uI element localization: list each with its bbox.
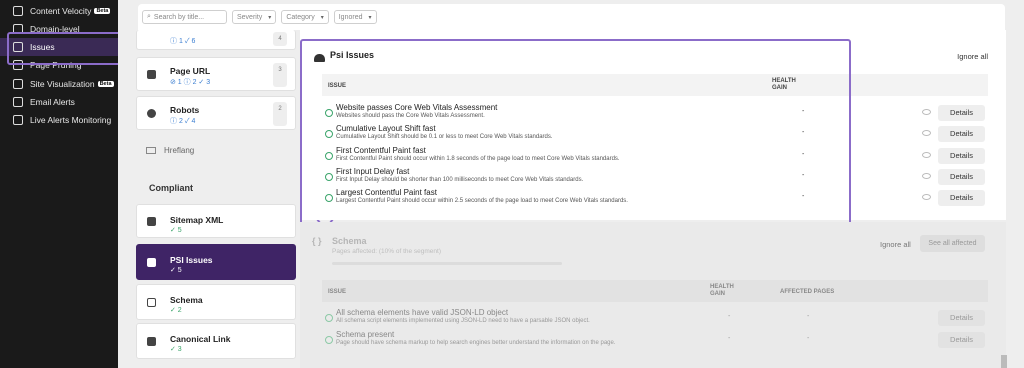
progress-bar [332, 262, 562, 265]
ignored-dropdown[interactable]: Ignored ▾ [333, 10, 377, 24]
sidebar-item-content-velocity[interactable]: Content Velocity Beta [0, 2, 118, 20]
search-input[interactable]: ⌕ Search by title... [142, 10, 227, 24]
details-button[interactable]: Details [938, 190, 985, 206]
robot-icon [147, 109, 156, 118]
card-title: Page URL [170, 66, 211, 76]
panel-title: Schema [332, 236, 367, 246]
category-card-top[interactable]: ⓘ 1 ✓ 6 4 [136, 30, 296, 50]
panel-subtitle: Pages affected: (10% of the segment) [332, 248, 442, 255]
category-card-canonical-link[interactable]: Canonical Link ✓ 3 [136, 323, 296, 359]
highlight-box [300, 39, 851, 228]
details-button[interactable]: Details [938, 105, 985, 121]
card-stats: ⓘ 1 ✓ 6 [170, 38, 196, 45]
hide-icon[interactable] [922, 152, 931, 158]
card-stats: ✓ 2 [170, 307, 182, 314]
code-icon: { } [312, 236, 322, 246]
bell-icon [13, 115, 23, 125]
col-affected-pages[interactable]: AFFECTED PAGES [780, 289, 834, 295]
details-button[interactable]: Details [938, 169, 985, 185]
card-title: Sitemap XML [170, 215, 224, 225]
col-health-gain[interactable]: HEALTH GAIN [710, 284, 734, 298]
category-dropdown[interactable]: Category ▾ [281, 10, 329, 24]
card-stats: ✓ 3 [170, 346, 182, 353]
details-button[interactable]: Details [938, 126, 985, 142]
filter-bar: ⌕ Search by title... Severity ▾ Category ▾ … [138, 4, 1005, 30]
page-icon [147, 70, 156, 79]
calendar-icon [13, 6, 23, 16]
ignore-all-button[interactable]: Ignore all [880, 240, 911, 249]
card-title: Robots [170, 105, 200, 115]
main-area: ⌕ Search by title... Severity ▾ Category ▾ … [118, 0, 1024, 368]
chevron-down-icon: ▾ [320, 14, 324, 21]
table-row: All schema elements have valid JSON-LD o… [322, 306, 988, 328]
sidebar-item-site-visualization[interactable]: Site Visualization Beta [0, 75, 118, 93]
beta-badge: Beta [97, 81, 114, 87]
check-icon [325, 336, 333, 344]
card-title: PSI Issues [170, 255, 213, 265]
sidebar-item-email-alerts[interactable]: Email Alerts [0, 93, 118, 111]
check-icon [325, 314, 333, 322]
language-icon [146, 147, 156, 154]
category-card-psi-issues[interactable]: PSI Issues ✓ 5 [136, 244, 296, 280]
details-button[interactable]: Details [938, 310, 985, 326]
hide-icon[interactable] [922, 109, 931, 115]
see-all-affected-button[interactable]: See all affected [920, 235, 985, 252]
code-icon [147, 298, 156, 307]
card-count-badge: 4 [273, 32, 287, 46]
card-stats: ⊘ 1 ⓘ 2 ✓ 3 [170, 79, 211, 86]
link-icon [147, 337, 156, 346]
hide-icon[interactable] [922, 130, 931, 136]
search-icon: ⌕ [147, 13, 151, 20]
sidebar-item-live-alerts[interactable]: Live Alerts Monitoring [0, 111, 118, 129]
category-card-robots[interactable]: Robots ⓘ 2 ✓ 4 2 [136, 96, 296, 130]
details-button[interactable]: Details [938, 148, 985, 164]
category-hreflang[interactable]: Hreflang [146, 146, 194, 155]
category-card-sitemap[interactable]: Sitemap XML ✓ 5 [136, 204, 296, 238]
chevron-down-icon: ▾ [268, 14, 272, 21]
card-count-badge: 3 [273, 63, 287, 87]
category-card-schema[interactable]: Schema ✓ 2 [136, 284, 296, 320]
category-card-page-url[interactable]: Page URL ⊘ 1 ⓘ 2 ✓ 3 3 [136, 57, 296, 91]
details-button[interactable]: Details [938, 332, 985, 348]
sitemap-icon [147, 217, 156, 226]
siren-icon [147, 258, 156, 267]
sitemap-icon [13, 79, 23, 89]
highlight-box [7, 32, 122, 65]
schema-panel: { } Schema Pages affected: (10% of the s… [300, 222, 1006, 368]
card-count-badge: 2 [273, 102, 287, 126]
ignore-all-button[interactable]: Ignore all [957, 52, 988, 61]
scrollbar[interactable] [1001, 355, 1007, 368]
card-stats: ⓘ 2 ✓ 4 [170, 118, 196, 125]
table-row: Schema present Page should have schema ma… [322, 328, 988, 350]
compliant-heading: Compliant [149, 183, 193, 193]
card-stats: ✓ 5 [170, 227, 182, 234]
mail-icon [13, 97, 23, 107]
card-stats: ✓ 5 [170, 267, 182, 274]
hide-icon[interactable] [922, 194, 931, 200]
table-header: ISSUE HEALTH GAIN AFFECTED PAGES [322, 280, 988, 302]
hide-icon[interactable] [922, 173, 931, 179]
severity-dropdown[interactable]: Severity ▾ [232, 10, 277, 24]
sidebar: Content Velocity Beta Domain-level Issues… [0, 0, 122, 368]
beta-badge: Beta [94, 8, 111, 14]
card-title: Canonical Link [170, 334, 231, 344]
card-title: Schema [170, 295, 203, 305]
category-list: ⓘ 1 ✓ 6 4 Page URL ⊘ 1 ⓘ 2 ✓ 3 3 Robots … [136, 30, 296, 368]
chevron-down-icon: ▾ [368, 14, 372, 21]
